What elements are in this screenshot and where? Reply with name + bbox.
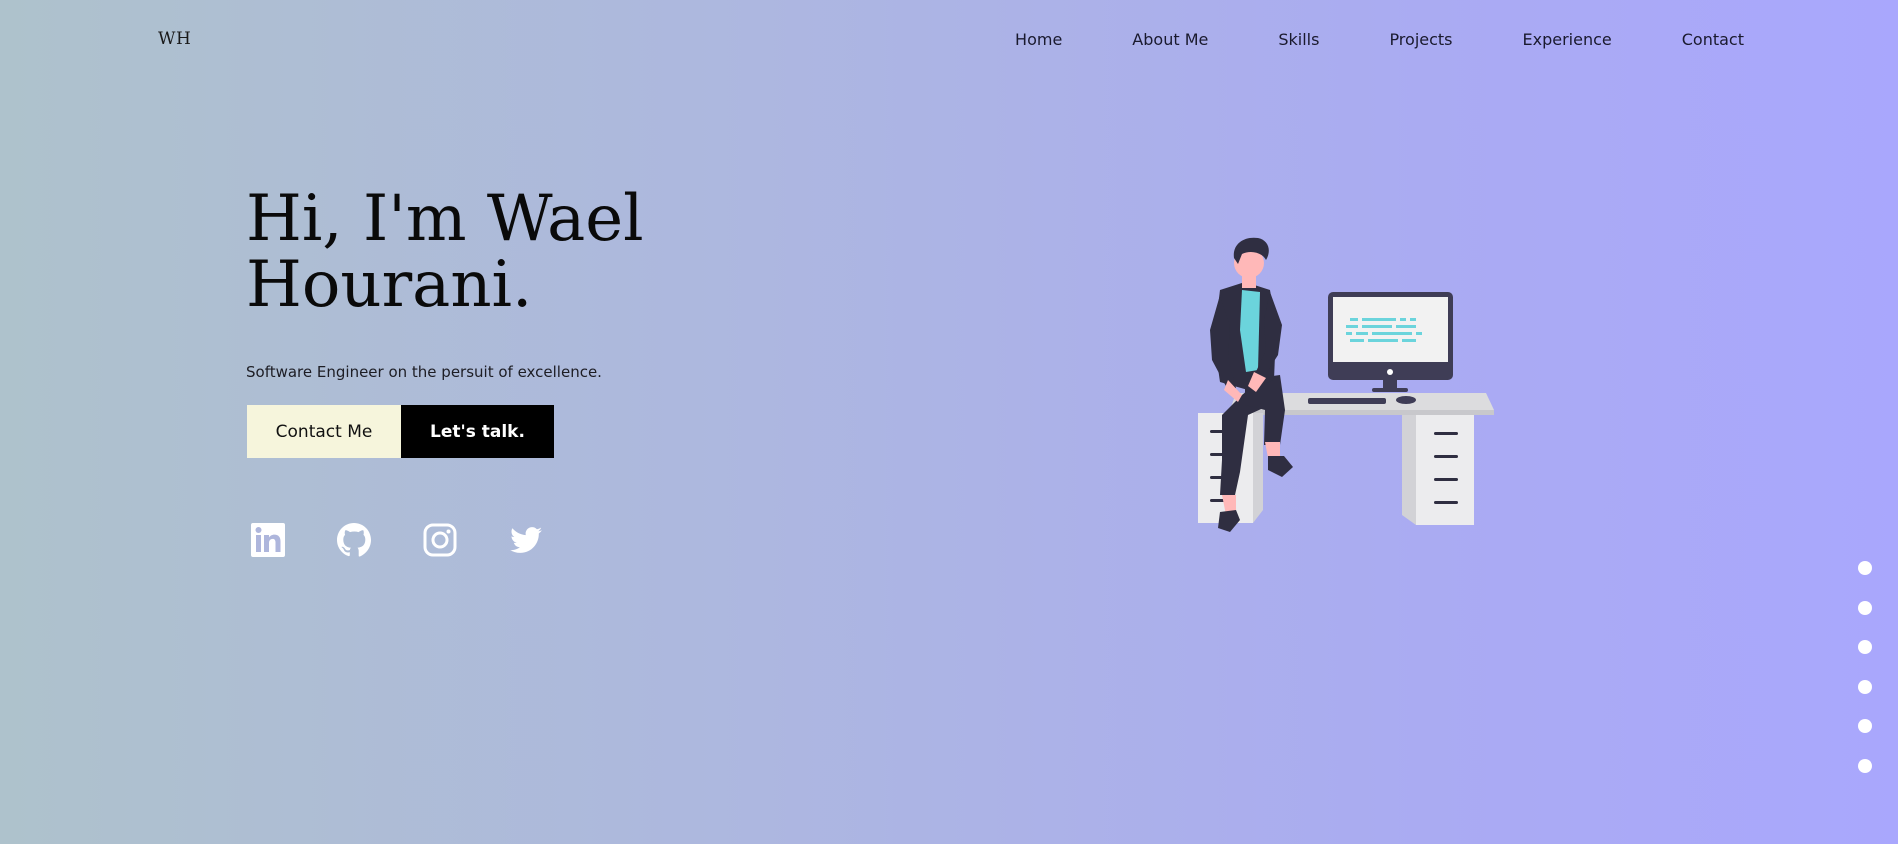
contact-me-button[interactable]: Contact Me: [247, 405, 401, 458]
site-logo[interactable]: WH: [158, 29, 191, 49]
nav-experience[interactable]: Experience: [1523, 30, 1612, 49]
section-dot-3[interactable]: [1858, 640, 1872, 654]
developer-at-desk-illustration: [1198, 237, 1494, 532]
github-icon[interactable]: [336, 522, 372, 558]
section-dot-1[interactable]: [1858, 561, 1872, 575]
nav-about-me[interactable]: About Me: [1132, 30, 1208, 49]
hero-title: Hi, I'm Wael Hourani.: [246, 186, 666, 318]
nav-skills[interactable]: Skills: [1278, 30, 1319, 49]
desk-drawer-right: [1416, 415, 1474, 525]
section-dot-6[interactable]: [1858, 758, 1872, 773]
lets-talk-button[interactable]: Let's talk.: [401, 405, 554, 458]
nav-contact[interactable]: Contact: [1682, 30, 1744, 49]
linkedin-icon[interactable]: [250, 522, 286, 558]
section-dot-5[interactable]: [1858, 719, 1872, 733]
instagram-icon[interactable]: [422, 522, 458, 558]
keyboard: [1308, 398, 1386, 404]
section-navigation-dots: [1858, 561, 1872, 798]
monitor-screen: [1333, 297, 1448, 362]
main-nav: Home About Me Skills Projects Experience…: [1015, 30, 1744, 49]
nav-projects[interactable]: Projects: [1389, 30, 1452, 49]
hero-title-line-1: Hi, I'm Wael: [246, 182, 644, 256]
hero-subtitle: Software Engineer on the persuit of exce…: [246, 363, 602, 381]
section-dot-4[interactable]: [1858, 679, 1872, 694]
social-links: [250, 522, 594, 558]
nav-home[interactable]: Home: [1015, 30, 1062, 49]
mouse: [1396, 396, 1416, 404]
twitter-icon[interactable]: [508, 522, 544, 558]
section-dot-2[interactable]: [1858, 600, 1872, 615]
hero-title-line-2: Hourani.: [246, 248, 533, 322]
